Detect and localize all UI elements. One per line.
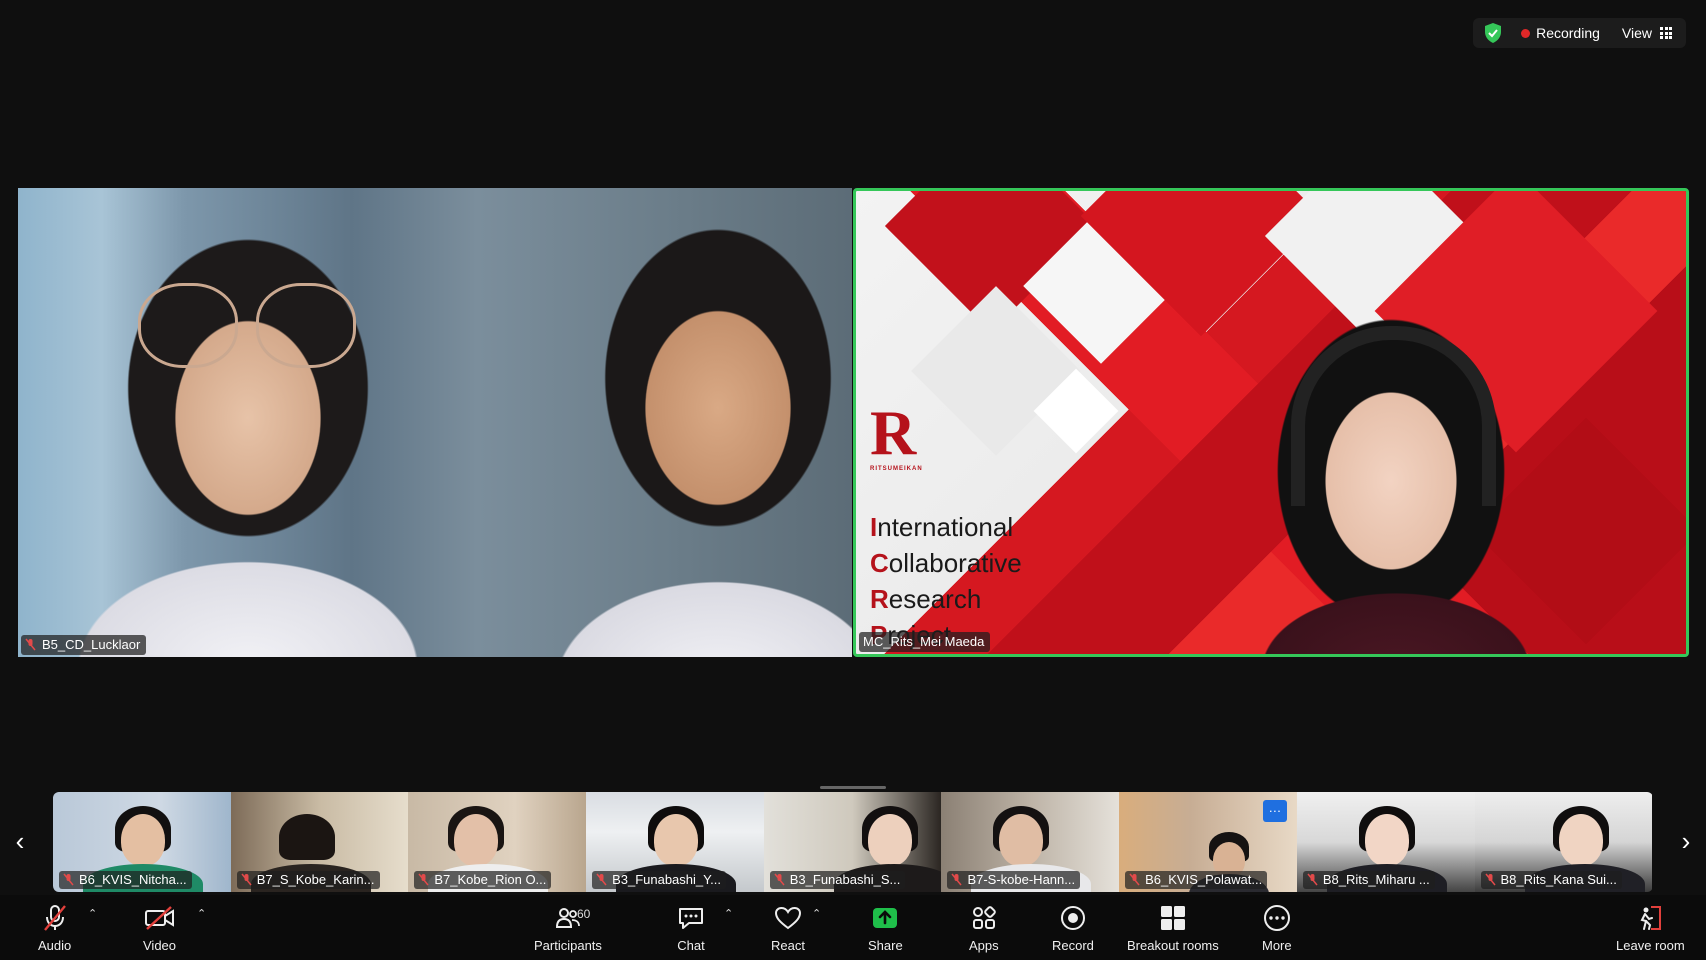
participant-thumbnail[interactable]: B7-S-kobe-Hann... <box>941 792 1120 892</box>
mic-muted-icon <box>774 873 785 886</box>
participant-name-tag: B5_CD_Lucklaor <box>21 635 147 655</box>
video-tile-lucklaor[interactable]: B5_CD_Lucklaor <box>18 188 852 657</box>
filmstrip-next-arrow-icon[interactable]: › <box>1674 826 1698 856</box>
video-tile-mei-maeda[interactable]: R RITSUMEIKAN International Collaborativ… <box>853 188 1689 657</box>
participant-name: MC_Rits_Mei Maeda <box>863 634 985 649</box>
video-options-caret-icon[interactable]: ⌃ <box>197 907 206 920</box>
slide-line-2: Collaborative <box>870 548 1022 578</box>
apps-button[interactable]: Apps <box>969 903 999 953</box>
participant-thumbnail[interactable]: B3_Funabashi_S... <box>763 792 942 892</box>
participants-count: 60 <box>576 907 591 921</box>
thumbnail-name-tag: B8_Rits_Kana Sui... <box>1480 871 1622 889</box>
participants-icon: 60 <box>555 903 590 933</box>
participant-thumbnail[interactable]: B6_KVIS_Nitcha... <box>53 792 231 892</box>
ritsumeikan-logo: R RITSUMEIKAN <box>870 397 923 473</box>
video-off-icon <box>144 903 176 933</box>
mic-muted-icon <box>1129 873 1140 886</box>
mic-muted-icon <box>596 873 607 886</box>
participant-video <box>18 188 852 657</box>
audio-button[interactable]: Audio <box>38 903 71 953</box>
participant-thumbnail[interactable]: … B6_KVIS_Polawat... <box>1119 792 1297 892</box>
mic-muted-icon <box>1307 873 1318 886</box>
slide-line-3: Research <box>870 584 982 614</box>
react-options-caret-icon[interactable]: ⌃ <box>812 907 821 920</box>
mic-muted-icon <box>1484 873 1496 886</box>
thumbnail-name-tag: B7_Kobe_Rion O... <box>414 871 552 889</box>
meeting-toolbar: Audio ⌃ Video ⌃ 60 Participants Chat ⌃ R… <box>0 895 1706 960</box>
mic-muted-icon <box>42 903 68 933</box>
view-label: View <box>1621 25 1652 41</box>
thumbnail-name-tag: B3_Funabashi_S... <box>769 871 906 889</box>
mic-muted-icon <box>25 638 36 651</box>
view-button[interactable]: View <box>1618 25 1676 41</box>
breakout-rooms-icon <box>1159 903 1187 933</box>
thumbnail-name-tag: B8_Rits_Miharu ... <box>1302 871 1435 889</box>
record-button[interactable]: Record <box>1052 903 1094 953</box>
grid-view-icon <box>1660 27 1672 39</box>
leave-room-icon <box>1636 903 1664 933</box>
share-screen-icon <box>871 903 899 933</box>
more-button[interactable]: More <box>1262 903 1292 953</box>
slide-line-1: International <box>870 512 1014 542</box>
filmstrip-prev-arrow-icon[interactable]: ‹ <box>8 826 32 856</box>
video-button[interactable]: Video <box>143 903 176 953</box>
participant-name: B5_CD_Lucklaor <box>42 637 141 652</box>
encryption-shield-icon[interactable] <box>1483 22 1503 44</box>
chat-button[interactable]: Chat <box>677 903 705 953</box>
chat-options-caret-icon[interactable]: ⌃ <box>724 907 733 920</box>
presenter-video <box>1196 311 1596 654</box>
participant-thumbnail[interactable]: B7_S_Kobe_Karin... <box>230 792 409 892</box>
participant-thumbnail[interactable]: B8_Rits_Kana Sui... <box>1474 792 1653 892</box>
thumbnail-name-tag: B7_S_Kobe_Karin... <box>236 871 380 889</box>
participants-button[interactable]: 60 Participants <box>534 903 602 953</box>
mic-muted-icon <box>418 873 429 886</box>
thumbnail-name-tag: B3_Funabashi_Y... <box>592 871 726 889</box>
recording-dot-icon <box>1521 28 1531 38</box>
participant-thumbnail[interactable]: B8_Rits_Miharu ... <box>1296 792 1475 892</box>
mic-muted-icon <box>63 873 74 886</box>
more-options-icon <box>1263 903 1291 933</box>
participant-thumbnail[interactable]: B3_Funabashi_Y... <box>586 792 764 892</box>
leave-room-button[interactable]: Leave room <box>1616 903 1685 953</box>
react-button[interactable]: React <box>771 903 805 953</box>
chat-icon <box>677 903 705 933</box>
filmstrip-drag-handle[interactable] <box>820 786 886 789</box>
video-detail <box>138 283 368 373</box>
mic-muted-icon <box>241 873 252 886</box>
thumbnail-more-options-icon[interactable]: … <box>1262 800 1287 822</box>
thumbnail-name-tag: B7-S-kobe-Hann... <box>947 871 1081 889</box>
zoom-meeting-window: Recording View B5_CD_Lucklaor R RITSUMEI… <box>0 0 1706 960</box>
breakout-rooms-button[interactable]: Breakout rooms <box>1127 903 1219 953</box>
mic-muted-icon <box>951 873 963 886</box>
thumbnail-name-tag: B6_KVIS_Polawat... <box>1125 871 1268 889</box>
participant-name-tag: MC_Rits_Mei Maeda <box>859 632 991 652</box>
meeting-status-bar: Recording View <box>1473 18 1686 48</box>
apps-icon <box>971 903 997 933</box>
recording-label: Recording <box>1536 25 1600 41</box>
recording-indicator[interactable]: Recording <box>1513 25 1608 41</box>
share-button[interactable]: Share <box>868 903 903 953</box>
participant-filmstrip: B6_KVIS_Nitcha... B7_S_Kobe_Karin... B7_… <box>53 792 1653 892</box>
headset-shape <box>1291 326 1496 506</box>
record-icon <box>1059 903 1087 933</box>
audio-options-caret-icon[interactable]: ⌃ <box>88 907 97 920</box>
thumbnail-name-tag: B6_KVIS_Nitcha... <box>59 871 192 889</box>
participant-thumbnail[interactable]: B7_Kobe_Rion O... <box>408 792 587 892</box>
heart-icon <box>774 903 802 933</box>
